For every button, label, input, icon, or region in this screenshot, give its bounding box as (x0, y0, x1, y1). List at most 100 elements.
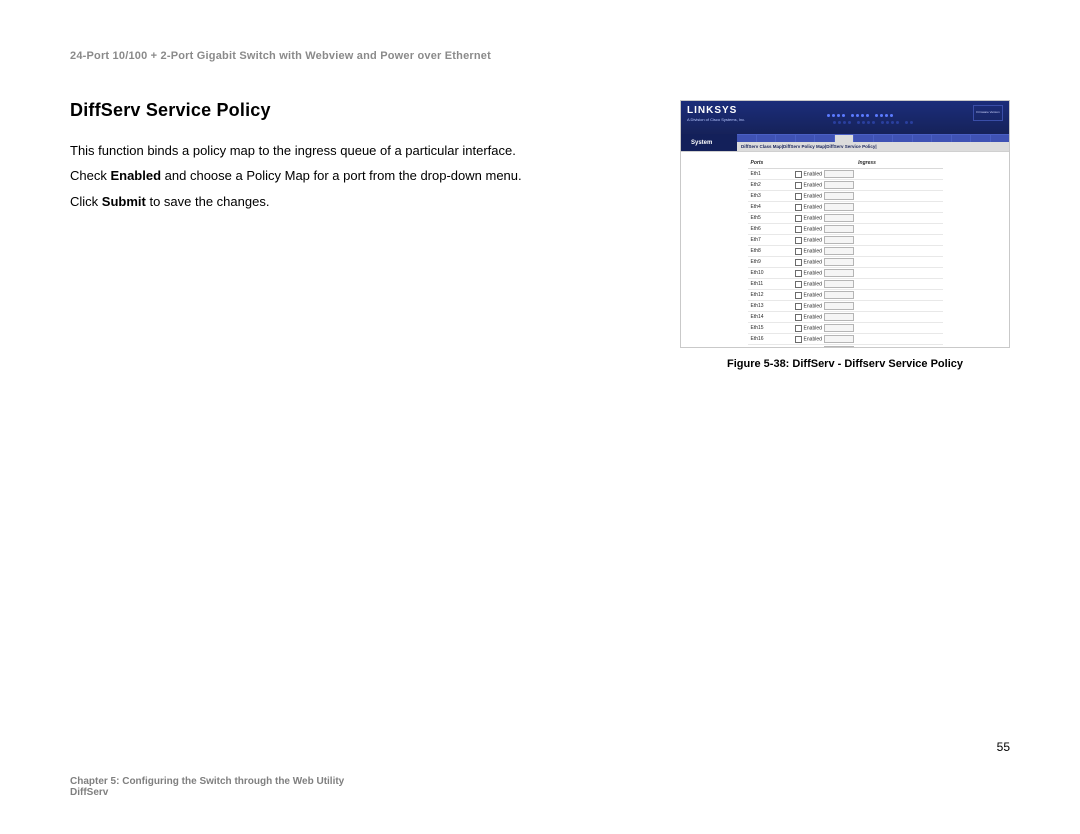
ingress-cell: Enabled (792, 180, 943, 191)
table-row: Eth9Enabled (748, 257, 943, 268)
enabled-label: Enabled (804, 303, 822, 309)
ingress-cell: Enabled (792, 301, 943, 312)
paragraph-3: Click Submit to save the changes. (70, 190, 650, 213)
enabled-checkbox[interactable] (795, 204, 802, 211)
ingress-cell: Enabled (792, 235, 943, 246)
port-cell: Eth4 (748, 202, 792, 213)
nav-tab[interactable] (913, 135, 932, 142)
figure-caption: Figure 5-38: DiffServ - Diffserv Service… (680, 358, 1010, 370)
tabs-area: DiffServ Class Map|DiffServ Policy Map|D… (737, 134, 1009, 151)
port-cell: Eth2 (748, 180, 792, 191)
enabled-label: Enabled (804, 270, 822, 276)
policy-select[interactable] (824, 280, 854, 288)
port-cell: Eth12 (748, 290, 792, 301)
nav-tab[interactable] (971, 135, 990, 142)
enabled-checkbox[interactable] (795, 182, 802, 189)
breadcrumb: DiffServ Class Map|DiffServ Policy Map|D… (737, 142, 1009, 151)
nav-tab[interactable] (893, 135, 912, 142)
enabled-checkbox[interactable] (795, 281, 802, 288)
enabled-checkbox[interactable] (795, 259, 802, 266)
ingress-cell: Enabled (792, 202, 943, 213)
policy-select[interactable] (824, 181, 854, 189)
enabled-label: Enabled (804, 182, 822, 188)
table-row: Eth15Enabled (748, 323, 943, 334)
policy-select[interactable] (824, 225, 854, 233)
port-cell: Eth11 (748, 279, 792, 290)
nav-tab[interactable] (991, 135, 1010, 142)
policy-select[interactable] (824, 170, 854, 178)
content-row: DiffServ Service Policy This function bi… (70, 100, 1010, 370)
enabled-label: Enabled (804, 226, 822, 232)
policy-select[interactable] (824, 302, 854, 310)
page-footer: Chapter 5: Configuring the Switch throug… (70, 776, 1010, 798)
nav-tab[interactable] (932, 135, 951, 142)
ingress-cell: Enabled (792, 246, 943, 257)
table-row: Eth12Enabled (748, 290, 943, 301)
policy-select[interactable] (824, 192, 854, 200)
enabled-checkbox[interactable] (795, 248, 802, 255)
port-cell: Eth16 (748, 334, 792, 345)
table-row: Eth11 Enabled (748, 279, 943, 290)
nav-tabs (737, 134, 1009, 142)
figure-subheader: System (681, 134, 1009, 151)
enabled-checkbox[interactable] (795, 336, 802, 343)
enabled-label: Enabled (804, 215, 822, 221)
nav-tab[interactable] (757, 135, 776, 142)
nav-tab[interactable] (737, 135, 756, 142)
enabled-label: Enabled (804, 193, 822, 199)
enabled-checkbox[interactable] (795, 171, 802, 178)
enabled-checkbox[interactable] (795, 314, 802, 321)
policy-select[interactable] (824, 346, 854, 347)
nav-tab-active[interactable] (835, 135, 854, 142)
nav-tab[interactable] (815, 135, 834, 142)
enabled-checkbox[interactable] (795, 270, 802, 277)
nav-tab[interactable] (776, 135, 795, 142)
enabled-checkbox[interactable] (795, 215, 802, 222)
enabled-checkbox[interactable] (795, 303, 802, 310)
policy-select[interactable] (824, 203, 854, 211)
figure-body[interactable]: Ports Ingress Eth1EnabledEth2EnabledEth3… (681, 151, 1009, 347)
table-row: Eth1Enabled (748, 169, 943, 180)
enabled-checkbox[interactable] (795, 226, 802, 233)
policy-select[interactable] (824, 247, 854, 255)
body-text: This function binds a policy map to the … (70, 139, 650, 213)
enabled-checkbox[interactable] (795, 325, 802, 332)
policy-select[interactable] (824, 214, 854, 222)
policy-select[interactable] (824, 258, 854, 266)
table-row: Eth8Enabled (748, 246, 943, 257)
page-number: 55 (997, 740, 1010, 754)
port-cell: Eth5 (748, 213, 792, 224)
enabled-label: Enabled (804, 281, 822, 287)
enabled-checkbox[interactable] (795, 292, 802, 299)
enabled-checkbox[interactable] (795, 237, 802, 244)
table-row: Eth5 Enabled (748, 213, 943, 224)
policy-select[interactable] (824, 335, 854, 343)
port-cell: Eth14 (748, 312, 792, 323)
table-row: Eth6Enabled (748, 224, 943, 235)
led-row-top (777, 114, 897, 117)
ports-table: Ports Ingress Eth1EnabledEth2EnabledEth3… (748, 158, 943, 347)
table-row: Eth3Enabled (748, 191, 943, 202)
table-row: Eth14Enabled (748, 312, 943, 323)
port-cell: Eth13 (748, 301, 792, 312)
table-row: Eth13 Enabled (748, 301, 943, 312)
nav-tab[interactable] (796, 135, 815, 142)
nav-tab[interactable] (874, 135, 893, 142)
figure-header: LINKSYS A Division of Cisco Systems, Inc… (681, 101, 1009, 134)
port-cell: Eth9 (748, 257, 792, 268)
section-title: DiffServ Service Policy (70, 100, 650, 121)
port-cell: Eth1 (748, 169, 792, 180)
policy-select[interactable] (824, 291, 854, 299)
enabled-checkbox[interactable] (795, 347, 802, 348)
ingress-cell: Enabled (792, 191, 943, 202)
nav-tab[interactable] (952, 135, 971, 142)
policy-select[interactable] (824, 324, 854, 332)
policy-select[interactable] (824, 313, 854, 321)
policy-select[interactable] (824, 236, 854, 244)
policy-select[interactable] (824, 269, 854, 277)
document-page: 24-Port 10/100 + 2-Port Gigabit Switch w… (0, 0, 1080, 834)
nav-tab[interactable] (854, 135, 873, 142)
text-column: DiffServ Service Policy This function bi… (70, 100, 650, 215)
enabled-checkbox[interactable] (795, 193, 802, 200)
enabled-label: Enabled (804, 325, 822, 331)
